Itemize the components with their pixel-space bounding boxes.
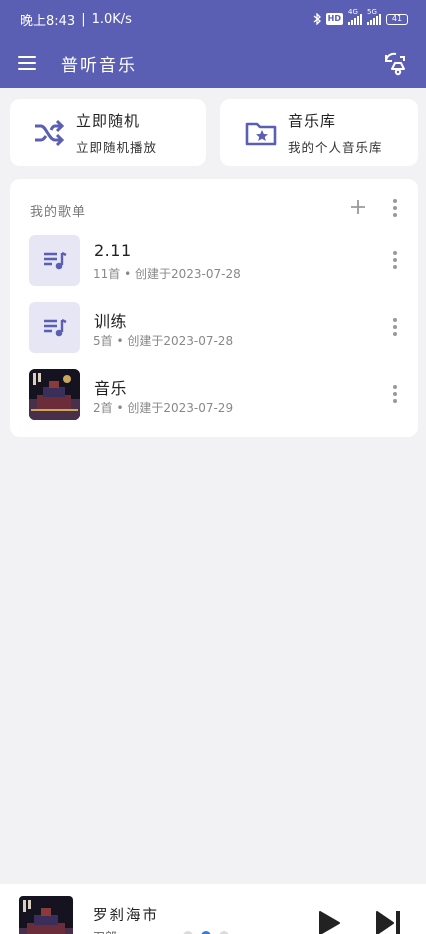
now-playing-title: 罗刹海市 — [93, 908, 159, 924]
shuffle-card[interactable]: 立即随机 立即随机播放 — [10, 99, 206, 166]
now-playing-cover — [19, 896, 73, 934]
play-icon[interactable] — [317, 910, 341, 934]
playlist-name: 训练 — [94, 312, 128, 331]
playlist-icon — [43, 318, 67, 336]
playlist-name: 音乐 — [94, 379, 128, 398]
status-separator: | — [81, 11, 86, 27]
folder-star-icon — [245, 122, 277, 145]
album-art — [29, 369, 80, 420]
toolbar: 普听音乐 — [0, 38, 426, 88]
playlist-cover — [29, 235, 80, 286]
bluetooth-icon — [313, 13, 321, 25]
network-type-1: 4G — [348, 7, 358, 16]
library-card-title: 音乐库 — [288, 111, 337, 130]
playlists-card: 我的歌单 2.11 11首 • 创建于2023-07-28 训练 5首 • 创建… — [10, 179, 418, 437]
playlist-more-icon[interactable] — [388, 383, 402, 405]
skip-next-icon[interactable] — [374, 910, 402, 934]
shuffle-icon — [35, 119, 65, 146]
mini-player[interactable]: 罗刹海市 刀郎 — [0, 884, 426, 934]
playlist-more-icon[interactable] — [388, 316, 402, 338]
playlist-name: 2.11 — [94, 241, 132, 260]
now-playing-artist: 刀郎 — [93, 928, 117, 934]
playlist-icon — [43, 251, 67, 269]
status-speed: 1.0K/s — [91, 11, 132, 27]
app-title: 普听音乐 — [61, 55, 137, 76]
status-bar: 晚上8:43 | 1.0K/s HD 4G 5G 41 — [0, 0, 426, 38]
status-time: 晚上8:43 — [20, 13, 76, 29]
playlist-cover — [29, 302, 80, 353]
playlists-header: 我的歌单 — [30, 205, 87, 220]
shuffle-card-subtitle: 立即随机播放 — [76, 139, 158, 155]
playlists-more-icon[interactable] — [388, 199, 402, 217]
playlist-row[interactable]: 2.11 11首 • 创建于2023-07-28 — [10, 230, 418, 294]
battery-icon: 41 — [386, 13, 408, 25]
playlist-more-icon[interactable] — [388, 249, 402, 271]
library-card-subtitle: 我的个人音乐库 — [288, 139, 383, 155]
playlist-meta: 5首 • 创建于2023-07-28 — [93, 334, 234, 348]
signal-icon-1: 4G — [348, 8, 362, 25]
playlist-row[interactable]: 训练 5首 • 创建于2023-07-28 — [10, 297, 418, 361]
network-type-2: 5G — [367, 7, 377, 16]
signal-icon-2: 5G — [367, 8, 381, 25]
album-art — [19, 896, 73, 934]
library-card[interactable]: 音乐库 我的个人音乐库 — [220, 99, 418, 166]
playlist-meta: 11首 • 创建于2023-07-28 — [93, 267, 241, 281]
add-playlist-icon[interactable] — [348, 197, 368, 217]
theme-switch-icon[interactable] — [382, 50, 408, 76]
app-bar: 晚上8:43 | 1.0K/s HD 4G 5G 41 普听音乐 — [0, 0, 426, 88]
menu-icon[interactable] — [18, 52, 40, 74]
hd-badge: HD — [325, 13, 343, 25]
shuffle-card-title: 立即随机 — [76, 111, 141, 130]
playlist-cover — [29, 369, 80, 420]
playlist-row[interactable]: 音乐 2首 • 创建于2023-07-29 — [10, 364, 418, 428]
playlist-meta: 2首 • 创建于2023-07-29 — [93, 401, 234, 415]
